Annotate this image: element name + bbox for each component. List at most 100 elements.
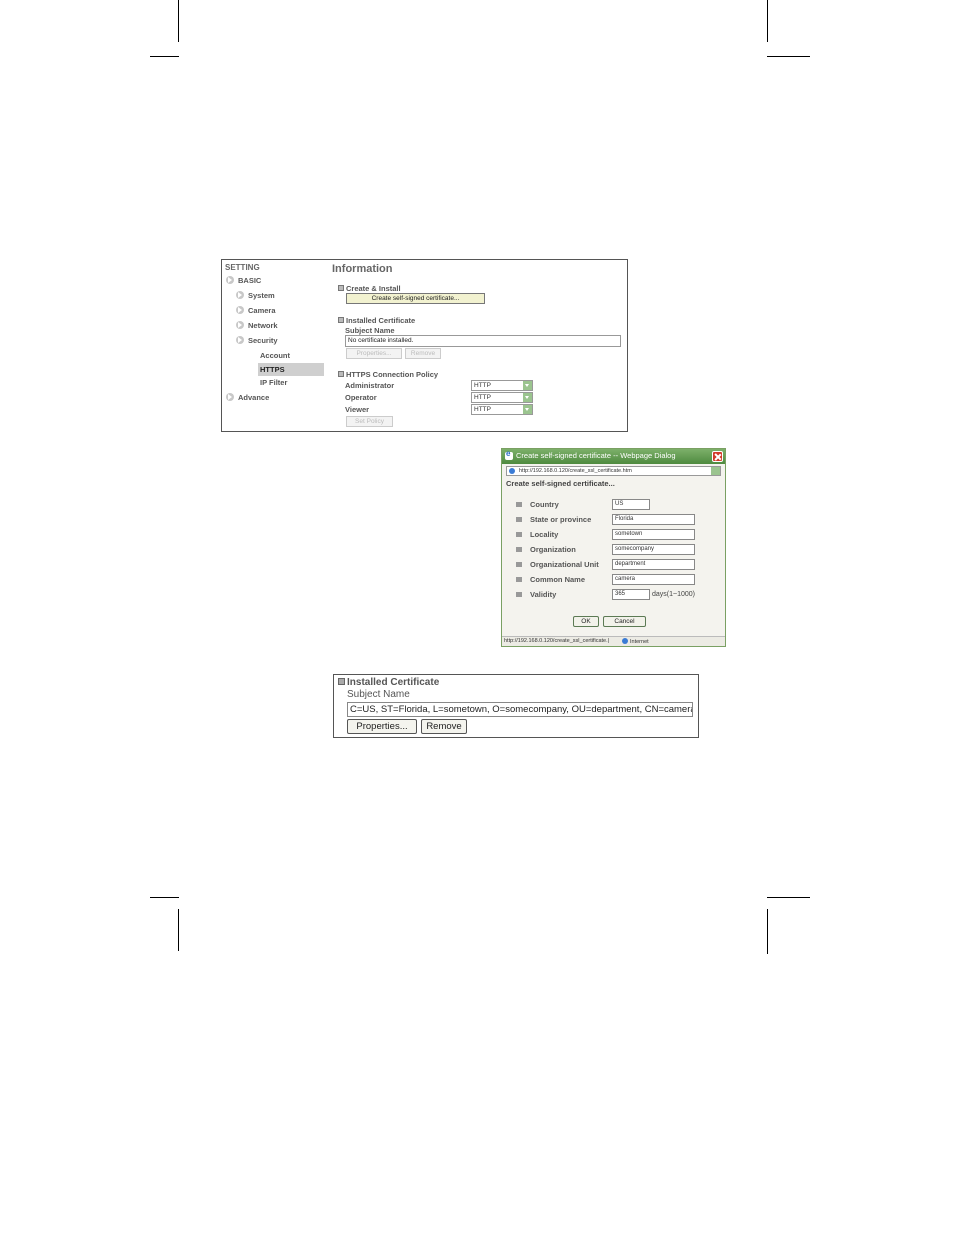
- bullet-icon: [516, 517, 522, 522]
- locality-label: Locality: [530, 530, 559, 539]
- common-name-label: Common Name: [530, 575, 586, 584]
- subject-name-field: No certificate installed.: [345, 335, 621, 347]
- cancel-button[interactable]: Cancel: [603, 616, 646, 627]
- installed-certificate-result: Installed Certificate Subject Name C=US,…: [333, 674, 699, 738]
- sidebar-item-system[interactable]: System: [236, 291, 275, 300]
- organizational-unit-row: Organizational Unit department: [516, 559, 716, 570]
- organization-label: Organization: [530, 545, 576, 554]
- state-row: State or province Florida: [516, 514, 716, 525]
- sidebar-item-advance[interactable]: Advance: [226, 393, 269, 402]
- organization-row: Organization somecompany: [516, 544, 716, 555]
- dialog-titlebar: Create self-signed certificate -- Webpag…: [502, 449, 725, 464]
- close-icon[interactable]: [712, 451, 723, 462]
- sidebar-item-account[interactable]: Account: [260, 351, 290, 360]
- arrow-icon: [226, 393, 234, 401]
- chevron-down-icon: [523, 393, 532, 402]
- set-policy-button[interactable]: Set Policy: [346, 416, 393, 427]
- status-bar: http://192.168.0.120/create_ssl_certific…: [502, 636, 725, 646]
- security-zone: Internet: [622, 638, 649, 645]
- locality-input[interactable]: sometown: [612, 529, 695, 540]
- subject-name-label: Subject Name: [345, 326, 395, 335]
- administrator-select[interactable]: HTTP: [471, 380, 533, 391]
- address-bar[interactable]: http://192.168.0.120/create_ssl_certific…: [506, 466, 721, 476]
- crop-mark: [178, 909, 179, 951]
- bullet-icon: [516, 502, 522, 507]
- bullet-icon: [516, 547, 522, 552]
- locality-row: Locality sometown: [516, 529, 716, 540]
- crop-mark: [150, 56, 179, 57]
- sidebar-item-https[interactable]: HTTPS: [258, 363, 324, 376]
- country-row: Country US: [516, 499, 716, 510]
- ie-icon: [505, 449, 513, 460]
- dialog-heading: Create self-signed certificate...: [506, 479, 615, 488]
- organization-input[interactable]: somecompany: [612, 544, 695, 555]
- viewer-select[interactable]: HTTP: [471, 404, 533, 415]
- create-certificate-dialog: Create self-signed certificate -- Webpag…: [501, 448, 726, 647]
- properties-button[interactable]: Properties...: [347, 719, 417, 734]
- validity-input[interactable]: 365: [612, 589, 650, 600]
- viewer-label: Viewer: [345, 405, 370, 414]
- section-marker-icon: [338, 678, 345, 685]
- organizational-unit-input[interactable]: department: [612, 559, 695, 570]
- sidebar-item-camera[interactable]: Camera: [236, 306, 276, 315]
- crop-mark: [150, 897, 179, 898]
- state-input[interactable]: Florida: [612, 514, 695, 525]
- sidebar-item-network[interactable]: Network: [236, 321, 278, 330]
- bullet-icon: [516, 562, 522, 567]
- sidebar-item-security[interactable]: Security: [236, 336, 278, 345]
- arrow-icon: [236, 291, 244, 299]
- country-label: Country: [530, 500, 559, 509]
- subject-name-label: Subject Name: [347, 689, 410, 700]
- settings-sidebar: SETTING BASIC System Camera Network Secu…: [222, 260, 325, 431]
- country-input[interactable]: US: [612, 499, 650, 510]
- sidebar-heading: SETTING: [225, 263, 260, 272]
- section-create-install: Create & Install: [338, 284, 401, 293]
- dialog-title: Create self-signed certificate -- Webpag…: [516, 451, 676, 460]
- create-certificate-button[interactable]: Create self-signed certificate...: [346, 293, 485, 304]
- bullet-icon: [516, 532, 522, 537]
- arrow-icon: [236, 306, 244, 314]
- page-title: Information: [332, 263, 393, 275]
- validity-label: Validity: [530, 590, 557, 599]
- chevron-down-icon: [523, 405, 532, 414]
- globe-icon: [622, 638, 628, 644]
- sidebar-item-basic[interactable]: BASIC: [226, 276, 261, 285]
- state-label: State or province: [530, 515, 592, 524]
- section-marker-icon: [338, 371, 344, 377]
- installed-certificate-heading: Installed Certificate: [338, 677, 439, 688]
- section-marker-icon: [338, 285, 344, 291]
- section-installed-certificate: Installed Certificate: [338, 316, 415, 325]
- status-url: http://192.168.0.120/create_ssl_certific…: [504, 638, 610, 644]
- arrow-icon: [226, 276, 234, 284]
- remove-button[interactable]: Remove: [405, 348, 441, 359]
- administrator-label: Administrator: [345, 381, 395, 390]
- ok-button[interactable]: OK: [573, 616, 599, 627]
- operator-label: Operator: [345, 393, 377, 402]
- settings-main: Information Create & Install Create self…: [332, 260, 627, 431]
- crop-mark: [767, 897, 810, 898]
- properties-button[interactable]: Properties...: [346, 348, 402, 359]
- crop-mark: [767, 0, 768, 42]
- chevron-down-icon[interactable]: [711, 467, 720, 475]
- arrow-down-icon: [236, 336, 244, 344]
- sidebar-item-ip-filter[interactable]: IP Filter: [260, 378, 287, 387]
- common-name-input[interactable]: camera: [612, 574, 695, 585]
- validity-unit: days(1~1000): [652, 591, 696, 598]
- https-settings-screenshot: SETTING BASIC System Camera Network Secu…: [221, 259, 628, 432]
- section-connection-policy: HTTPS Connection Policy: [338, 370, 438, 379]
- chevron-down-icon: [523, 381, 532, 390]
- crop-mark: [178, 0, 179, 42]
- bullet-icon: [516, 577, 522, 582]
- bullet-icon: [516, 592, 522, 597]
- section-marker-icon: [338, 317, 344, 323]
- crop-mark: [767, 56, 810, 57]
- common-name-row: Common Name camera: [516, 574, 716, 585]
- organizational-unit-label: Organizational Unit: [530, 560, 599, 569]
- page-icon: [509, 468, 515, 474]
- validity-row: Validity 365 days(1~1000): [516, 589, 716, 600]
- operator-select[interactable]: HTTP: [471, 392, 533, 403]
- crop-mark: [767, 909, 768, 954]
- remove-button[interactable]: Remove: [421, 719, 467, 734]
- subject-name-field: C=US, ST=Florida, L=sometown, O=somecomp…: [347, 702, 693, 717]
- arrow-icon: [236, 321, 244, 329]
